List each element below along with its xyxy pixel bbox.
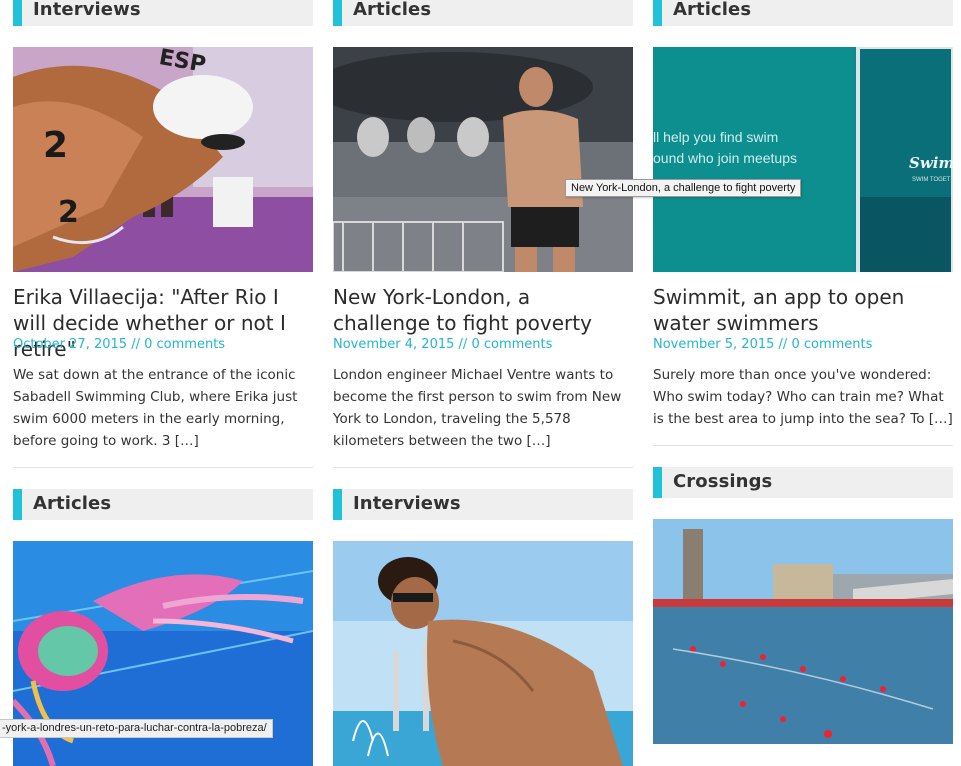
category-accent-bar xyxy=(13,489,22,520)
svg-text:ound who join meetups: ound who join meetups xyxy=(653,150,797,166)
post-thumbnail[interactable]: ESP 2 2 xyxy=(13,47,313,272)
post-title[interactable]: Swimmit, an app to open water swimmers xyxy=(653,284,953,336)
category-label: Articles xyxy=(33,493,112,514)
svg-text:2: 2 xyxy=(58,195,79,230)
post-comments-link[interactable]: 0 comments xyxy=(471,337,552,352)
pool-swimmer-photo-icon xyxy=(333,541,633,766)
post-thumbnail[interactable] xyxy=(333,541,633,766)
meta-separator: // xyxy=(458,337,472,352)
category-accent-bar xyxy=(333,489,342,520)
category-label: Interviews xyxy=(33,0,141,20)
post-excerpt: We sat down at the entrance of the iconi… xyxy=(13,367,298,449)
category-header[interactable]: Articles xyxy=(13,489,313,520)
svg-text:2: 2 xyxy=(43,125,68,166)
svg-text:Swimm: Swimm xyxy=(909,154,953,172)
post-thumbnail[interactable] xyxy=(333,47,633,272)
thames-barrier-photo-icon xyxy=(333,47,633,272)
category-header[interactable]: Articles xyxy=(333,0,633,26)
svg-text:SWIM TOGET: SWIM TOGET xyxy=(912,177,951,183)
post-divider xyxy=(653,445,953,446)
post-meta: November 4, 2015 // 0 comments xyxy=(333,337,552,352)
post-divider xyxy=(13,467,313,468)
app-screenshot-icon: ll help you find swim ound who join meet… xyxy=(653,47,953,272)
post-column-3: Articles ll help you find swim ound who … xyxy=(653,0,953,744)
svg-text:ll help you find swim: ll help you find swim xyxy=(653,129,778,145)
post-thumbnail[interactable]: ll help you find swim ound who join meet… xyxy=(653,47,953,272)
meta-separator: // xyxy=(131,337,145,352)
link-tooltip: New York-London, a challenge to fight po… xyxy=(565,179,802,197)
post-comments-link[interactable]: 0 comments xyxy=(144,337,225,352)
category-accent-bar xyxy=(653,467,662,498)
post-column-1: Interviews ESP 2 2 Erika Villaecija: "Af… xyxy=(13,0,313,766)
category-header[interactable]: Interviews xyxy=(333,489,633,520)
post-excerpt: Surely more than once you've wondered: W… xyxy=(653,367,953,427)
meta-separator: // xyxy=(778,337,792,352)
post-comments-link[interactable]: 0 comments xyxy=(791,337,872,352)
post-divider xyxy=(333,467,633,468)
post-date-link[interactable]: October 27, 2015 xyxy=(13,337,127,352)
status-bar-url: -york-a-londres-un-reto-para-luchar-cont… xyxy=(0,719,273,738)
category-accent-bar xyxy=(333,0,342,26)
post-thumbnail[interactable] xyxy=(653,519,953,744)
category-header[interactable]: Articles xyxy=(653,0,953,26)
category-header[interactable]: Interviews xyxy=(13,0,313,26)
category-header[interactable]: Crossings xyxy=(653,467,953,498)
post-date-link[interactable]: November 5, 2015 xyxy=(653,337,774,352)
category-label: Articles xyxy=(673,0,752,20)
post-meta: October 27, 2015 // 0 comments xyxy=(13,337,225,352)
swimmer-photo-icon: ESP 2 2 xyxy=(13,47,313,272)
post-column-2: Articles New York-London, a challenge to… xyxy=(333,0,633,766)
category-label: Interviews xyxy=(353,493,461,514)
post-excerpt: London engineer Michael Ventre wants to … xyxy=(333,367,622,449)
category-accent-bar xyxy=(13,0,22,26)
post-date-link[interactable]: November 4, 2015 xyxy=(333,337,454,352)
category-accent-bar xyxy=(653,0,662,26)
category-label: Crossings xyxy=(673,471,773,492)
category-label: Articles xyxy=(353,0,432,20)
harbour-crossing-photo-icon xyxy=(653,519,953,744)
post-meta: November 5, 2015 // 0 comments xyxy=(653,337,872,352)
post-title[interactable]: New York-London, a challenge to fight po… xyxy=(333,284,633,336)
